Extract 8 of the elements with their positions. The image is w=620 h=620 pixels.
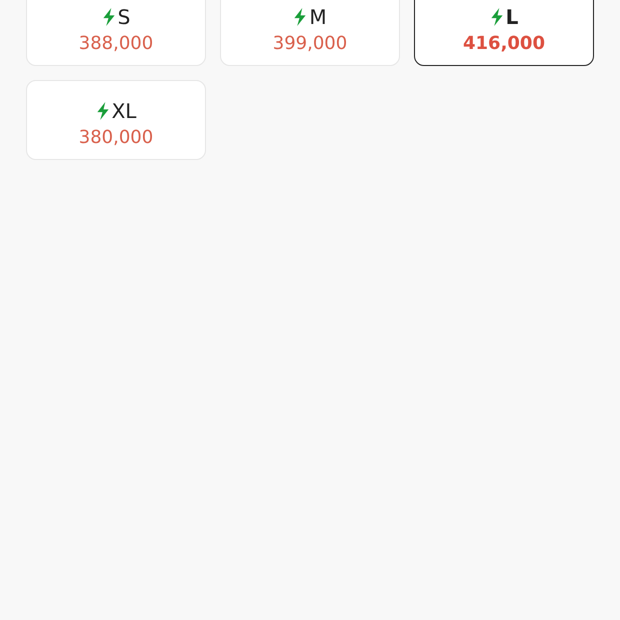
lightning-icon (293, 8, 308, 26)
lightning-icon (102, 8, 116, 26)
size-option[interactable]: L 416,000 (414, 0, 594, 66)
size-option[interactable]: M 399,000 (220, 0, 400, 66)
size-option[interactable]: S 388,000 (26, 0, 206, 66)
lightning-icon (96, 102, 110, 120)
size-option[interactable]: XL 380,000 (26, 80, 206, 160)
lightning-icon (490, 8, 504, 26)
